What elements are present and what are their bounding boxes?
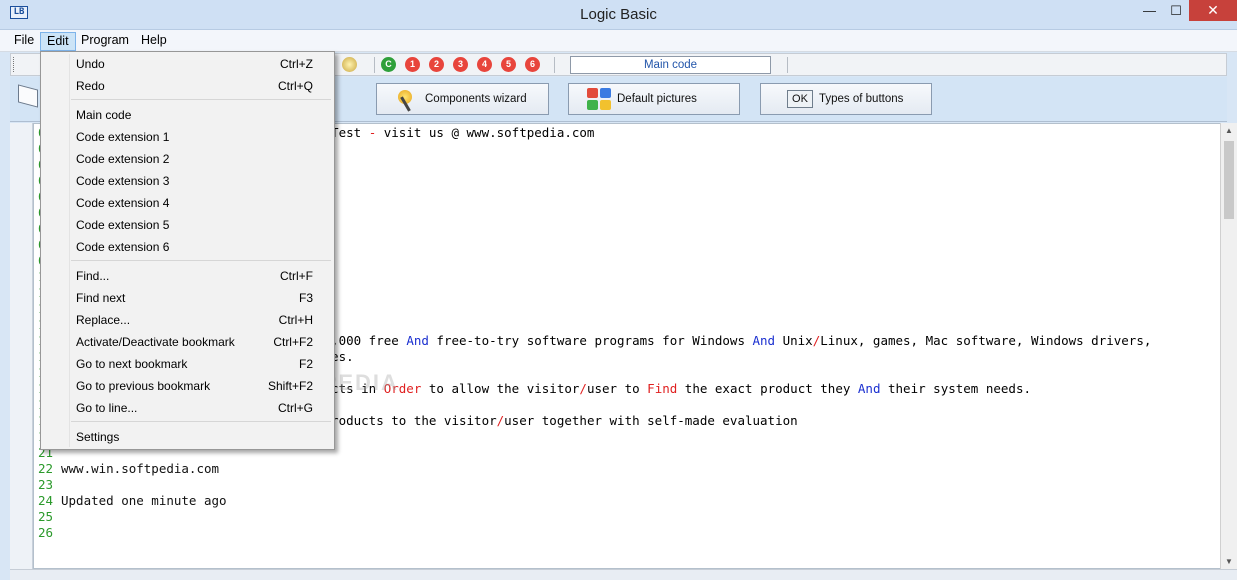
section-1-button[interactable]: 1 [405, 57, 420, 72]
menu-item-label: Main code [76, 108, 132, 122]
code-line-fragment: a Test - visit us @ www.softpedia.com [316, 125, 595, 140]
menu-file[interactable]: File [8, 32, 40, 51]
menu-edit[interactable]: Edit [40, 32, 76, 51]
section-2-button[interactable]: 2 [429, 57, 444, 72]
menu-item-activate-deactivate-bookmark[interactable]: Activate/Deactivate bookmark Ctrl+F2 [42, 331, 333, 353]
menu-help[interactable]: Help [135, 32, 173, 51]
types-of-buttons-label: Types of buttons [819, 93, 904, 105]
maximize-button[interactable]: ☐ [1163, 0, 1189, 21]
pointer-tool-icon[interactable] [18, 84, 38, 108]
section-4-button[interactable]: 4 [477, 57, 492, 72]
menu-item-shortcut: Shift+F2 [267, 379, 313, 393]
menu-item-find-next[interactable]: Find next F3 [42, 287, 333, 309]
code-section-select[interactable]: Main code [570, 56, 771, 74]
menu-item-label: Redo [76, 79, 105, 93]
menu-separator [71, 260, 331, 261]
menu-item-main-code[interactable]: Main code [42, 104, 333, 126]
scroll-up-icon[interactable]: ▲ [1224, 126, 1234, 135]
menu-item-code-extension-6[interactable]: Code extension 6 [42, 236, 333, 258]
menu-item-label: Go to previous bookmark [76, 379, 211, 393]
menu-item-label: Activate/Deactivate bookmark [76, 335, 235, 349]
minimize-button[interactable]: — [1136, 0, 1163, 21]
menu-item-label: Go to next bookmark [76, 357, 188, 371]
bookmark-margin[interactable] [10, 123, 33, 569]
scroll-down-icon[interactable]: ▼ [1224, 557, 1234, 566]
window-title: Logic Basic [580, 6, 657, 23]
puzzle-icon [587, 88, 611, 110]
menu-item-label: Code extension 3 [76, 174, 170, 188]
magic-wand-icon [395, 88, 419, 110]
toolbar-grip[interactable] [13, 57, 16, 72]
toolbar-separator [374, 57, 375, 73]
menu-item-shortcut: Ctrl+G [277, 401, 313, 415]
menu-item-code-extension-1[interactable]: Code extension 1 [42, 126, 333, 148]
code-line-fragment: ducts in Order to allow the visitor/user… [316, 381, 1031, 396]
menu-item-label: Settings [76, 430, 120, 444]
menu-item-settings[interactable]: Settings [42, 426, 333, 448]
code-line-fragment: 00,000 free And free-to-try software pro… [316, 333, 1152, 348]
toolbar-separator [787, 57, 788, 73]
menu-item-code-extension-4[interactable]: Code extension 4 [42, 192, 333, 214]
menu-item-shortcut: F3 [298, 291, 313, 305]
menu-item-go-to-previous-bookmark[interactable]: Go to previous bookmark Shift+F2 [42, 375, 333, 397]
menu-item-shortcut: Ctrl+Q [277, 79, 313, 93]
menu-item-label: Code extension 1 [76, 130, 170, 144]
menu-item-shortcut: Ctrl+Z [280, 57, 313, 71]
components-wizard-label: Components wizard [425, 93, 527, 105]
menu-item-label: Find... [76, 269, 110, 283]
section-6-button[interactable]: 6 [525, 57, 540, 72]
menu-item-undo[interactable]: Undo Ctrl+Z [42, 53, 333, 75]
run-button[interactable]: C [381, 57, 396, 72]
components-wizard-button[interactable]: Components wizard [376, 83, 549, 115]
menu-program[interactable]: Program [75, 32, 135, 51]
default-pictures-button[interactable]: Default pictures [568, 83, 740, 115]
toolbar-separator [554, 57, 555, 73]
ok-button-icon: OK [787, 90, 813, 108]
menu-item-go-to-line[interactable]: Go to line... Ctrl+G [42, 397, 333, 419]
scroll-thumb[interactable] [1224, 141, 1234, 219]
default-pictures-label: Default pictures [617, 93, 697, 105]
menu-item-label: Code extension 5 [76, 218, 170, 232]
menu-item-shortcut: Ctrl+F2 [273, 335, 313, 349]
menu-item-label: Undo [76, 57, 105, 71]
menu-item-go-to-next-bookmark[interactable]: Go to next bookmark F2 [42, 353, 333, 375]
menu-item-redo[interactable]: Redo Ctrl+Q [42, 75, 333, 97]
menu-bar: File Edit Program Help [0, 30, 1237, 52]
menu-item-label: Code extension 2 [76, 152, 170, 166]
menu-item-code-extension-3[interactable]: Code extension 3 [42, 170, 333, 192]
menu-item-shortcut: Ctrl+H [278, 313, 313, 327]
title-bar: LB Logic Basic — ☐ ✕ [0, 0, 1237, 30]
menu-item-find[interactable]: Find... Ctrl+F [42, 265, 333, 287]
close-button[interactable]: ✕ [1189, 0, 1237, 21]
menu-item-replace[interactable]: Replace... Ctrl+H [42, 309, 333, 331]
menu-item-label: Find next [76, 291, 126, 305]
menu-item-label: Replace... [76, 313, 131, 327]
menu-item-label: Code extension 6 [76, 240, 170, 254]
menu-separator [71, 99, 331, 100]
edit-menu-dropdown: Undo Ctrl+Z Redo Ctrl+Q Main code Code extens… [40, 51, 335, 450]
vertical-scrollbar[interactable]: ▲ ▼ [1220, 123, 1237, 569]
section-5-button[interactable]: 5 [501, 57, 516, 72]
menu-item-label: Go to line... [76, 401, 138, 415]
menu-separator [71, 421, 331, 422]
menu-item-shortcut: Ctrl+F [280, 269, 313, 283]
horizontal-scrollbar[interactable] [10, 569, 1237, 580]
section-3-button[interactable]: 3 [453, 57, 468, 72]
menu-item-code-extension-2[interactable]: Code extension 2 [42, 148, 333, 170]
menu-item-code-extension-5[interactable]: Code extension 5 [42, 214, 333, 236]
palette-icon[interactable] [342, 57, 357, 72]
code-line-fragment: products to the visitor/user together wi… [316, 413, 798, 428]
menu-item-shortcut: F2 [298, 357, 313, 371]
types-of-buttons-button[interactable]: OK Types of buttons [760, 83, 932, 115]
menu-item-label: Code extension 4 [76, 196, 170, 210]
